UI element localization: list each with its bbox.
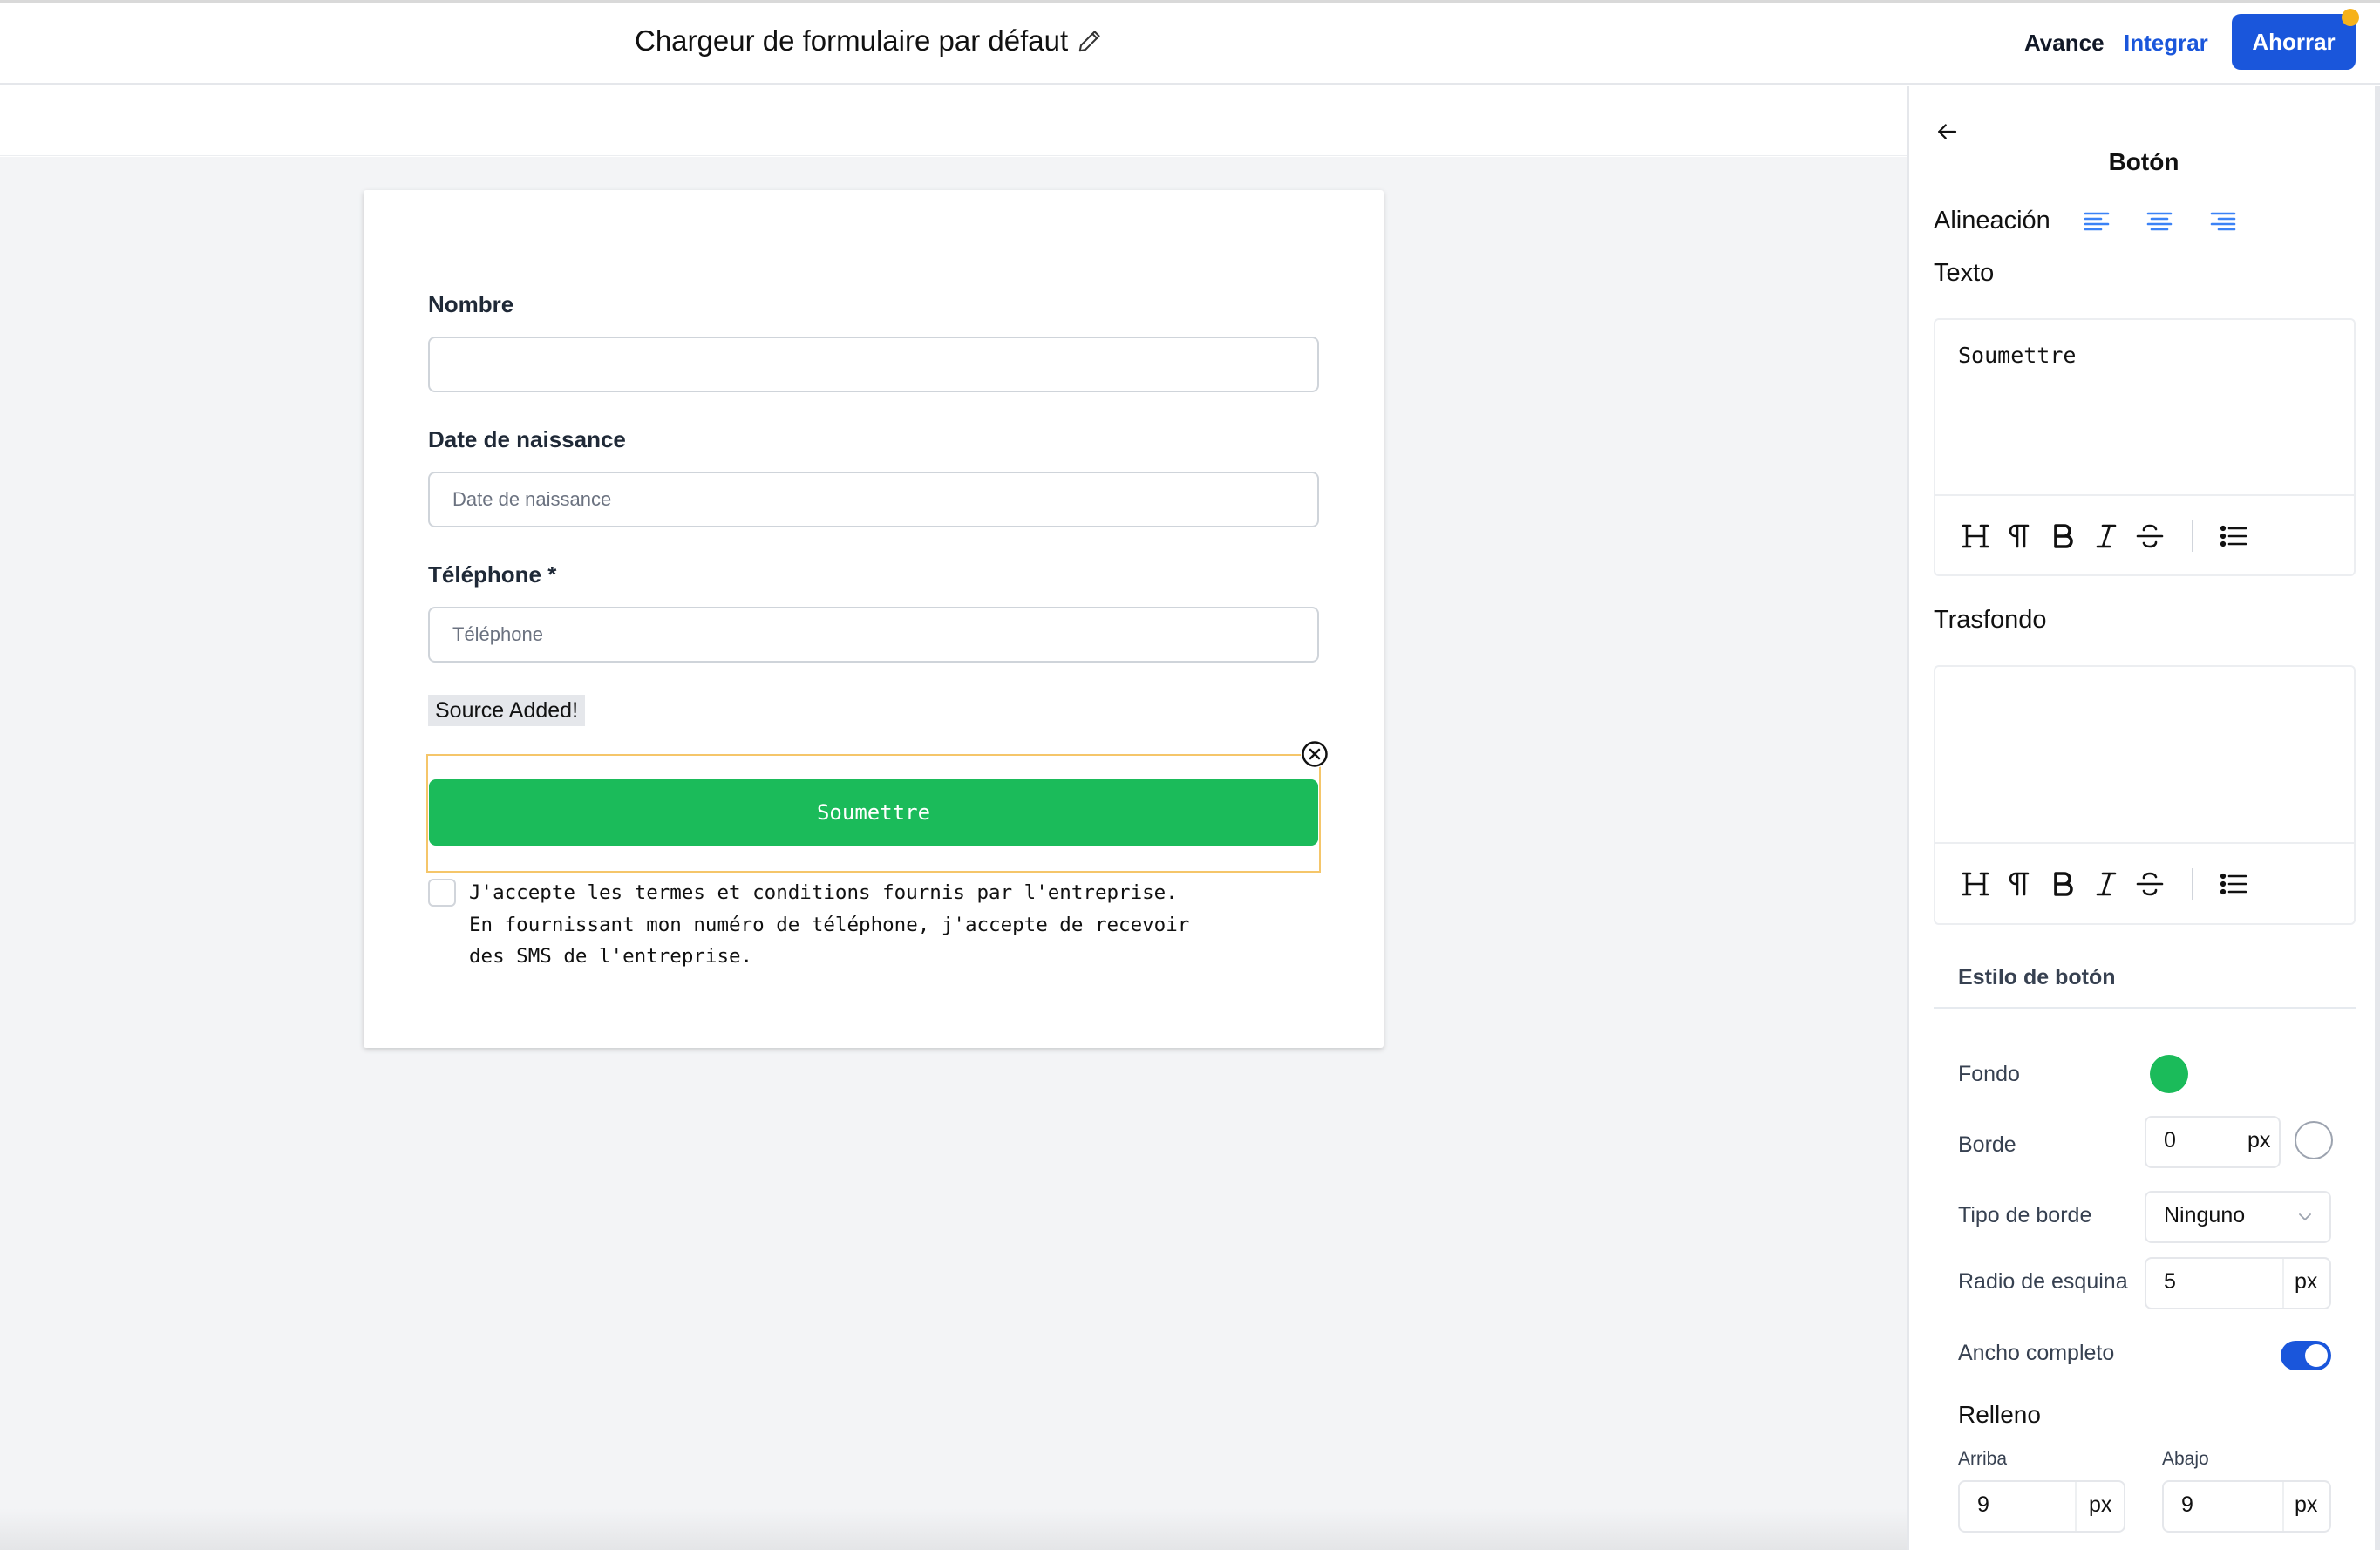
- tipo-borde-label: Tipo de borde: [1958, 1203, 2092, 1227]
- align-left-icon[interactable]: [2082, 207, 2111, 234]
- paragraph-icon[interactable]: [2003, 868, 2035, 900]
- tipo-borde-value[interactable]: Ninguno: [2164, 1203, 2245, 1228]
- radio-esquina-label: Radio de esquina: [1958, 1269, 2128, 1294]
- section-divider: [1934, 1007, 2356, 1009]
- form-title[interactable]: Chargeur de formulaire par défaut: [635, 24, 1103, 58]
- panel-scrollbar[interactable]: [2375, 86, 2380, 1550]
- italic-icon[interactable]: [2091, 520, 2122, 552]
- terms-checkbox[interactable]: [428, 879, 456, 907]
- bold-icon[interactable]: [2047, 520, 2078, 552]
- notification-dot: [2342, 9, 2359, 26]
- padding-top-value[interactable]: 9: [1977, 1492, 1989, 1518]
- toolbar-separator: [2192, 520, 2193, 552]
- bullet-list-icon[interactable]: [2218, 520, 2249, 552]
- chevron-down-icon: [2299, 1213, 2311, 1221]
- terms-text-line-1: J'accepte les termes et conditions fourn…: [469, 881, 1178, 904]
- alignment-label: Alineación: [1934, 207, 2050, 235]
- submit-button[interactable]: Soumettre: [429, 779, 1318, 846]
- strikethrough-icon[interactable]: [2134, 520, 2166, 552]
- paragraph-icon[interactable]: [2003, 520, 2035, 552]
- advanced-link[interactable]: Avance: [2024, 30, 2105, 57]
- text-editor-content[interactable]: Soumettre: [1958, 343, 2076, 368]
- terms-text-line-2: En fournissant mon numéro de téléphone, …: [469, 914, 1190, 936]
- unit-divider: [2282, 1259, 2284, 1308]
- integrate-link[interactable]: Integrar: [2124, 30, 2208, 57]
- ancho-completo-label: Ancho completo: [1958, 1341, 2115, 1365]
- borde-value[interactable]: 0: [2164, 1128, 2176, 1153]
- radio-esquina-unit: px: [2295, 1269, 2318, 1294]
- borde-label: Borde: [1958, 1132, 2016, 1157]
- canvas-bottom-fade: [0, 1508, 1907, 1550]
- borde-unit: px: [2247, 1128, 2271, 1152]
- panel-title: Botón: [2108, 148, 2179, 175]
- fondo-label: Fondo: [1958, 1062, 2020, 1086]
- text-editor-divider: [1934, 494, 2356, 496]
- source-added-tag: Source Added!: [428, 695, 586, 726]
- field-label-telephone: Téléphone *: [428, 561, 557, 588]
- save-button[interactable]: Ahorrar: [2232, 14, 2356, 70]
- bullet-list-icon[interactable]: [2218, 868, 2249, 900]
- abajo-label: Abajo: [2162, 1449, 2209, 1469]
- app-header: Chargeur de formulaire par défaut: [0, 3, 2380, 85]
- form-title-text: Chargeur de formulaire par défaut: [635, 24, 1069, 57]
- toolbar-separator: [2192, 868, 2193, 900]
- nombre-input[interactable]: [428, 337, 1319, 392]
- padding-top-unit: px: [2089, 1492, 2112, 1517]
- unit-divider: [2075, 1482, 2077, 1531]
- bold-icon[interactable]: [2047, 868, 2078, 900]
- borde-color-swatch[interactable]: [2295, 1121, 2333, 1159]
- align-center-icon[interactable]: [2145, 207, 2174, 234]
- fondo-color-swatch[interactable]: [2150, 1055, 2188, 1093]
- italic-icon[interactable]: [2091, 868, 2122, 900]
- ancho-completo-toggle[interactable]: [2281, 1341, 2331, 1370]
- telephone-input[interactable]: [428, 607, 1319, 663]
- back-arrow-icon[interactable]: [1934, 119, 1960, 145]
- arriba-label: Arriba: [1958, 1449, 2008, 1469]
- strikethrough-icon[interactable]: [2134, 868, 2166, 900]
- button-style-tab[interactable]: Estilo de botón: [1958, 965, 2116, 990]
- text-label: Texto: [1934, 259, 1995, 287]
- toggle-knob: [2305, 1344, 2328, 1367]
- relleno-heading: Relleno: [1958, 1401, 2041, 1428]
- date-de-naissance-input[interactable]: [428, 472, 1319, 527]
- heading-icon[interactable]: [1960, 520, 1991, 552]
- heading-icon[interactable]: [1960, 868, 1991, 900]
- pencil-icon[interactable]: [1077, 28, 1103, 54]
- terms-text-line-3: des SMS de l'entreprise.: [469, 945, 753, 968]
- radio-esquina-value[interactable]: 5: [2164, 1269, 2176, 1295]
- padding-bottom-unit: px: [2295, 1492, 2318, 1517]
- field-label-nombre: Nombre: [428, 291, 514, 317]
- unit-divider: [2282, 1482, 2284, 1531]
- remove-block-icon[interactable]: [1301, 740, 1329, 768]
- align-right-icon[interactable]: [2208, 207, 2238, 234]
- field-label-date: Date de naissance: [428, 426, 626, 452]
- background-label: Trasfondo: [1934, 606, 2047, 634]
- background-editor-divider: [1934, 842, 2356, 844]
- padding-bottom-value[interactable]: 9: [2181, 1492, 2193, 1518]
- canvas-top-strip: [0, 86, 1907, 156]
